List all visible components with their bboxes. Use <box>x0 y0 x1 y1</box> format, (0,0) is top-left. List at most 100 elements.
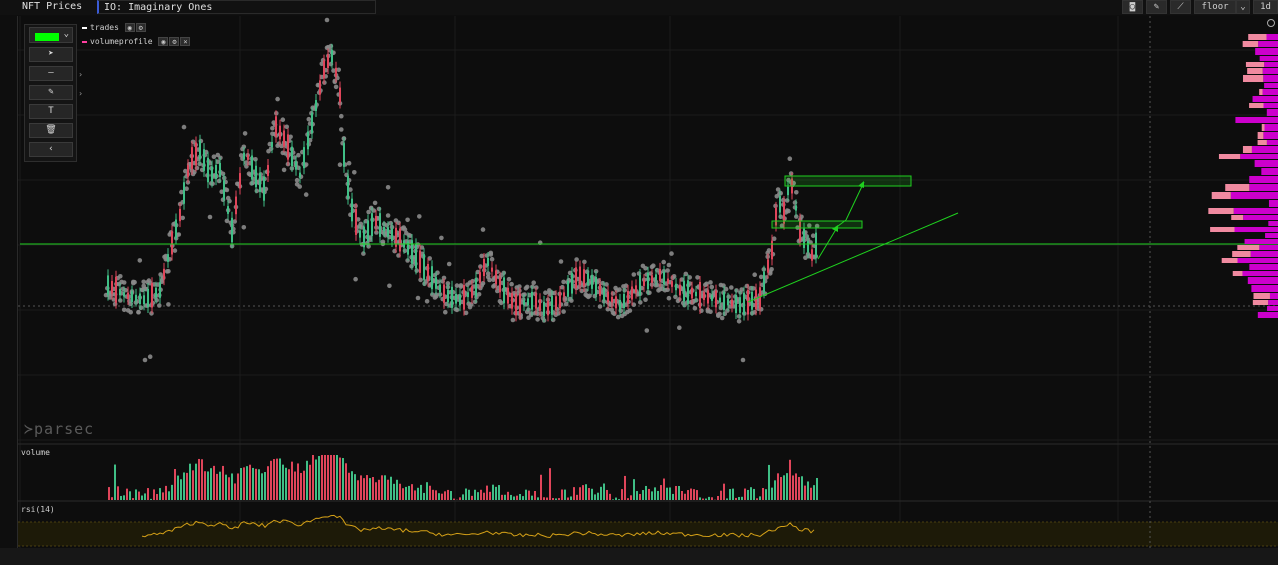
trade-dot <box>207 214 213 220</box>
volume-bar <box>117 486 119 500</box>
candle-body <box>735 294 737 314</box>
volume-bar <box>453 498 455 500</box>
volume-bar <box>156 494 158 500</box>
text-tool[interactable]: T <box>29 104 73 119</box>
candle-body <box>375 215 377 227</box>
volume-profile-bar <box>1237 258 1278 263</box>
trade-dot <box>766 248 772 253</box>
candle-body <box>551 295 553 315</box>
candle-body <box>723 291 725 311</box>
volume-profile-bar <box>1249 103 1264 108</box>
volume-bar <box>195 463 197 500</box>
candle-body <box>539 299 541 311</box>
trade-dot <box>166 268 171 274</box>
volume-bar <box>354 474 356 500</box>
volume-bar <box>207 471 209 500</box>
volume-bar <box>798 476 800 500</box>
watermark-text: parsec <box>34 420 95 438</box>
volume-bar <box>516 495 518 500</box>
cursor-tool[interactable]: ➤ <box>29 47 73 62</box>
candle-body <box>767 259 769 273</box>
trade-dot <box>509 281 514 287</box>
candle-body <box>655 274 657 280</box>
gear-icon[interactable]: ⚙ <box>169 37 180 46</box>
volume-bar <box>405 486 407 500</box>
volume-bar <box>603 483 605 500</box>
volume-bar <box>435 490 437 500</box>
volume-profile-bar <box>1234 227 1278 232</box>
volume-bar <box>651 491 653 500</box>
candle-body <box>195 142 197 166</box>
trade-dot <box>531 280 536 286</box>
candle-body <box>479 272 481 283</box>
trade-dot <box>651 263 656 269</box>
candle-body <box>627 290 629 304</box>
candle-body <box>783 201 785 224</box>
trade-dot <box>597 304 603 309</box>
target-box-lower <box>771 220 863 229</box>
volume-bar <box>357 480 359 500</box>
trade-dot <box>280 117 286 122</box>
candle-body <box>731 299 733 307</box>
trade-dot <box>142 357 148 363</box>
candle-body <box>139 293 141 305</box>
candle-body <box>115 276 117 303</box>
candle-body <box>339 87 341 103</box>
delete-tool[interactable]: 🗑 <box>29 123 73 138</box>
volume-profile-bar <box>1249 176 1278 183</box>
candle-body <box>271 141 273 148</box>
volume-pane-label: volume <box>21 448 50 457</box>
trade-dot <box>328 43 334 49</box>
price-chart[interactable] <box>0 0 1278 565</box>
candle-body <box>575 267 577 289</box>
volume-bar <box>429 485 431 500</box>
volume-bar <box>594 494 596 500</box>
legend-trades: trades ◉ ⚙ <box>82 22 146 33</box>
candle-body <box>231 217 233 243</box>
chevron-down-icon: ⌄ <box>63 29 69 39</box>
trade-dot <box>336 67 342 73</box>
gear-icon[interactable]: ⚙ <box>135 23 146 32</box>
trade-dot <box>376 206 382 212</box>
volume-bar <box>771 487 773 500</box>
volume-bar <box>360 475 362 500</box>
trade-dot <box>673 294 678 300</box>
volume-profile-bar <box>1235 117 1278 123</box>
volume-profile-bar <box>1265 233 1278 238</box>
trade-dot <box>443 309 448 315</box>
volume-bar <box>699 497 701 500</box>
trade-dot <box>268 146 274 152</box>
volume-profile-bar <box>1232 251 1251 257</box>
candle-body <box>515 294 517 316</box>
volume-profile-bar <box>1243 75 1264 82</box>
candle-body <box>311 113 313 133</box>
candle-body <box>119 288 121 296</box>
candle-body <box>699 282 701 308</box>
settings-icon[interactable] <box>1267 19 1275 27</box>
volume-bar <box>762 487 764 500</box>
close-icon[interactable]: × <box>180 37 191 46</box>
trade-dot <box>561 309 566 314</box>
trade-dot <box>136 309 141 315</box>
eye-icon[interactable]: ◉ <box>124 23 135 32</box>
candle-body <box>543 301 545 317</box>
candle-body <box>371 213 373 237</box>
collapse-toolbox-button[interactable]: ‹ <box>29 142 73 157</box>
volume-bar <box>720 490 722 500</box>
candle-body <box>171 231 173 255</box>
pencil-tool[interactable]: ✎ › <box>29 85 83 100</box>
color-picker[interactable]: ⌄ <box>29 27 73 43</box>
candle-body <box>587 273 589 286</box>
trade-dot <box>719 315 725 321</box>
volume-bar <box>507 491 509 500</box>
trade-dot <box>517 284 522 289</box>
candle-body <box>687 280 689 304</box>
candle-body <box>331 49 333 63</box>
candle-body <box>247 155 249 160</box>
line-tool[interactable]: — › <box>29 66 83 81</box>
eye-icon[interactable]: ◉ <box>158 37 169 46</box>
candle-body <box>703 292 705 300</box>
candle-body <box>399 228 401 252</box>
trade-dot <box>484 253 490 258</box>
trade-dot <box>414 268 420 273</box>
